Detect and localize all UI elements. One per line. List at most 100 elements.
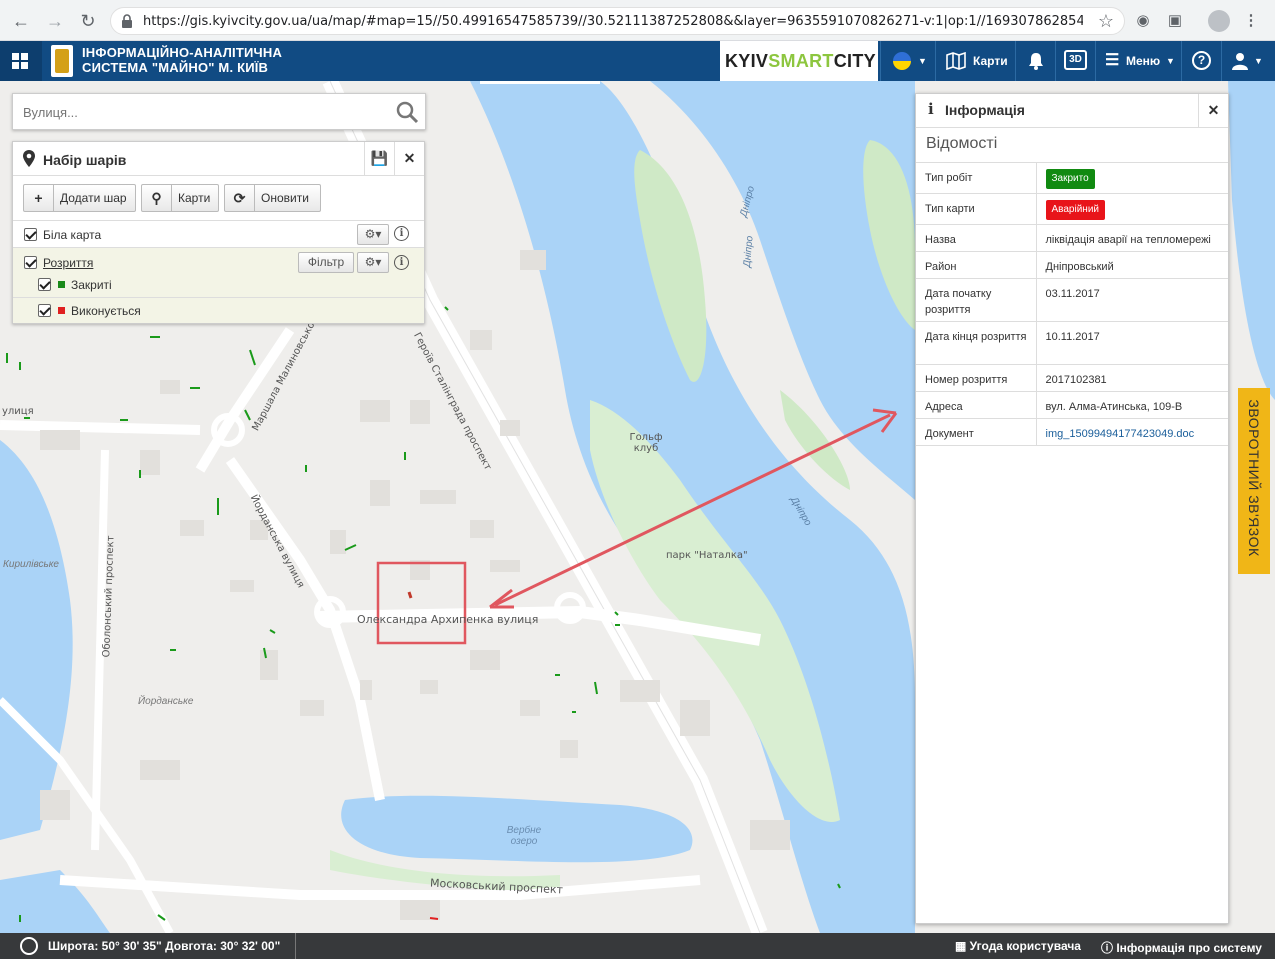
browser-menu-icon[interactable]: ⋮ [1240,10,1262,32]
street-fragment-label: улиця [2,406,34,417]
base-layer-info-icon[interactable]: i [394,226,409,241]
map-pin-icon [23,150,35,167]
table-row: Тип робіт Закрито [916,162,1228,194]
info-panel-title: Інформація [945,102,1025,118]
map-marker-icon: ⚲ [142,185,172,211]
table-row: Дата кінця розриття 10.11.2017 [916,321,1228,365]
base-layer-settings-button[interactable]: ⚙▾ [357,224,389,245]
help-button[interactable]: ? [1181,41,1221,81]
info-value: 2017102381 [1036,364,1228,392]
browser-toolbar: ← → ↻ https://gis.kyivcity.gov.ua/ua/map… [0,0,1275,41]
app-header: ІНФОРМАЦІЙНО-АНАЛІТИЧНА СИСТЕМА "МАЙНО" … [0,41,1275,81]
info-panel: i Інформація ✕ Відомості Тип робіт Закри… [915,93,1229,924]
save-icon[interactable]: 💾 [364,142,394,175]
yordanske-lake-label: Йорданське [138,696,194,707]
filter-button[interactable]: Фільтр [298,252,354,273]
verbne-lake-label: Вербне озеро [506,825,542,847]
notifications-button[interactable] [1015,41,1055,81]
search-icon[interactable] [395,100,419,124]
system-info-link[interactable]: ⓘ Інформація про систему [1101,939,1262,956]
info-key: Номер розриття [916,364,1037,392]
question-icon: ? [1192,51,1211,70]
url-text: https://gis.kyivcity.gov.ua/ua/map/#map=… [143,14,1083,29]
table-row: Документ img_15099494177423049.doc [916,418,1228,446]
back-icon[interactable]: ← [8,8,34,34]
running-sublayer-checkbox[interactable] [38,304,51,317]
kyiv-smart-city-logo[interactable]: KYIVSMARTCITY [720,41,878,81]
table-row: Район Дніпровський [916,251,1228,279]
chevron-down-icon: ▼ [1254,56,1263,66]
archypenka-street-label: Олександра Архипенка вулиця [357,613,539,626]
table-row: Дата початку розриття 03.11.2017 [916,278,1228,322]
bell-icon [1029,53,1043,70]
profile-avatar-icon[interactable] [1208,10,1230,32]
layers-panel: Набір шарів 💾 ✕ + Додати шар ⚲ Карти ⟳ О… [12,141,425,324]
coordinates-readout: Широта: 50° 30' 35" Довгота: 30° 32' 00" [48,939,281,953]
close-icon[interactable]: ✕ [394,142,424,175]
table-row: Тип карти Аварійний [916,193,1228,225]
language-selector[interactable]: ▼ [880,41,935,81]
menu-button[interactable]: ☰ Меню ▼ [1095,41,1181,81]
plus-icon: + [24,185,54,211]
refresh-icon: ⟳ [225,185,255,211]
digs-layer-checkbox[interactable] [24,256,37,269]
maps-button[interactable]: Карти [935,41,1015,81]
info-key: Тип карти [916,193,1037,225]
ukraine-flag-icon [893,52,911,70]
layers-panel-header: Набір шарів 💾 ✕ [13,142,424,176]
reload-icon[interactable]: ↻ [75,8,101,34]
digs-layer-label[interactable]: Розриття [43,256,93,270]
digs-layer-settings-button[interactable]: ⚙▾ [357,252,389,273]
address-bar[interactable]: https://gis.kyivcity.gov.ua/ua/map/#map=… [110,7,1125,35]
closed-sublayer-label: Закриті [71,278,112,292]
status-badge: Закрито [1045,169,1095,189]
info-panel-header: i Інформація ✕ [916,94,1228,128]
running-color-swatch [58,307,65,314]
closed-color-swatch [58,281,65,288]
info-key: Дата кінця розриття [916,321,1037,365]
info-icon: i [928,100,934,118]
info-key: Адреса [916,391,1037,419]
map-type-badge: Аварійний [1045,200,1105,220]
park-label: парк "Наталка" [666,550,748,561]
layers-panel-title: Набір шарів [43,152,127,168]
hamburger-icon: ☰ [1105,52,1120,69]
chevron-down-icon: ▼ [918,56,927,66]
golf-club-label: Гольф клуб [629,432,663,454]
document-link[interactable]: img_15099494177423049.doc [1046,428,1195,440]
compass-icon[interactable] [20,937,38,955]
apps-grid-button[interactable] [0,41,42,81]
camera-extension-icon[interactable]: ▣ [1164,10,1186,32]
bookmark-star-icon[interactable]: ☆ [1098,11,1114,32]
forward-icon[interactable]: → [42,8,68,34]
user-menu-button[interactable]: ▼ [1221,41,1275,81]
document-icon: ▦ [955,939,970,953]
info-key: Район [916,251,1037,279]
add-layer-button[interactable]: + Додати шар [23,184,136,212]
refresh-button[interactable]: ⟳ Оновити [224,184,321,212]
close-icon[interactable]: ✕ [1198,94,1228,127]
info-table: Тип робіт Закрито Тип карти Аварійний На… [916,162,1228,447]
closed-sublayer-checkbox[interactable] [38,278,51,291]
street-search-input[interactable] [23,102,383,122]
base-layer-label: Біла карта [43,228,102,242]
info-value: ліквідація аварії на тепломережі [1036,224,1228,252]
kyiv-emblem-logo [51,45,73,77]
digs-layer-info-icon[interactable]: i [394,255,409,270]
info-value: 10.11.2017 [1036,321,1228,365]
user-agreement-link[interactable]: ▦ Угода користувача [955,939,1081,953]
layer-row-base: Біла карта ⚙▾ i [13,220,424,248]
incognito-extension-icon[interactable]: ◉ [1132,10,1154,32]
feedback-tab[interactable]: ЗВОРОТНИЙ ЗВ'ЯЗОК [1238,388,1270,574]
running-sublayer-label: Виконується [71,304,141,318]
feedback-label: ЗВОРОТНИЙ ЗВ'ЯЗОК [1246,399,1262,557]
table-row: Адреса вул. Алма-Атинська, 109-В [916,391,1228,419]
info-value: вул. Алма-Атинська, 109-В [1036,391,1228,419]
info-value: Дніпровський [1036,251,1228,279]
3d-button[interactable]: 3D [1055,41,1095,81]
info-value: 03.11.2017 [1036,278,1228,322]
maps-layer-button[interactable]: ⚲ Карти [141,184,219,212]
base-layer-checkbox[interactable] [24,228,37,241]
sublayer-row-closed: Закриті [13,273,424,297]
map-icon [946,52,966,70]
